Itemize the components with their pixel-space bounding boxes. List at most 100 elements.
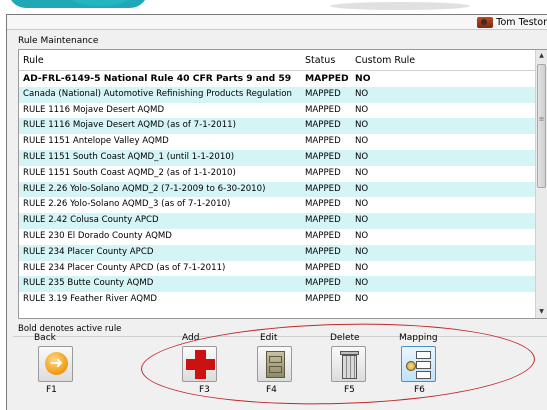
column-header-status[interactable]: Status xyxy=(305,55,335,66)
cell-rule: RULE 1151 South Coast AQMD_1 (until 1-1-… xyxy=(23,151,235,162)
table-row[interactable]: RULE 234 Placer County APCD MAPPED NO xyxy=(19,244,537,261)
table-row[interactable]: RULE 1151 South Coast AQMD_2 (as of 1-1-… xyxy=(19,166,537,182)
cell-custom-rule: NO xyxy=(355,183,369,194)
add-key: F3 xyxy=(199,385,210,395)
cell-status: MAPPED xyxy=(305,104,341,115)
cell-rule: Canada (National) Automotive Refinishing… xyxy=(23,88,292,99)
mapping-icon-cookie xyxy=(406,361,416,371)
table-row[interactable]: RULE 3.19 Feather River AQMD MAPPED NO xyxy=(19,292,537,308)
table-row[interactable]: RULE 1116 Mojave Desert AQMD MAPPED NO xyxy=(19,103,537,119)
cell-custom-rule: NO xyxy=(355,246,369,257)
delete-key: F5 xyxy=(344,385,355,395)
header-shadow xyxy=(330,2,470,10)
cell-status: MAPPED xyxy=(305,136,341,147)
delete-button[interactable] xyxy=(331,346,366,382)
rules-table[interactable]: Rule Status Custom Rule AD-FRL-6149-5 Na… xyxy=(18,49,547,319)
trash-can-body xyxy=(342,355,357,379)
cell-rule: RULE 2.26 Yolo-Solano AQMD_3 (as of 7-1-… xyxy=(23,199,231,210)
column-header-rule[interactable]: Rule xyxy=(23,55,44,66)
cell-custom-rule: NO xyxy=(355,278,369,289)
cell-rule: RULE 230 El Dorado County AQMD xyxy=(23,230,172,241)
table-row[interactable]: RULE 234 Placer County APCD (as of 7-1-2… xyxy=(19,261,537,277)
scroll-down-button[interactable]: ▼ xyxy=(536,306,547,318)
cell-rule: RULE 2.42 Colusa County APCD xyxy=(23,215,159,226)
table-row[interactable]: RULE 235 Butte County AQMD MAPPED NO xyxy=(19,276,537,293)
table-header: Rule Status Custom Rule xyxy=(19,50,537,71)
add-label: Add xyxy=(182,333,200,343)
cell-rule: RULE 1151 Antelope Valley AQMD xyxy=(23,136,169,147)
cell-status: MAPPED xyxy=(305,246,341,257)
cell-rule: RULE 3.19 Feather River AQMD xyxy=(23,294,157,305)
cell-status: MAPPED xyxy=(305,230,341,241)
scroll-up-button[interactable]: ▲ xyxy=(536,50,547,62)
cell-status: MAPPED xyxy=(305,183,341,194)
cell-rule: RULE 2.26 Yolo-Solano AQMD_2 (7-1-2009 t… xyxy=(23,183,266,194)
mapping-button[interactable] xyxy=(401,346,436,382)
cell-rule: AD-FRL-6149-5 National Rule 40 CFR Parts… xyxy=(23,73,292,84)
cell-status: MAPPED xyxy=(305,278,341,289)
cell-custom-rule: NO xyxy=(355,136,369,147)
cell-custom-rule: NO xyxy=(355,199,369,210)
cell-custom-rule: NO xyxy=(355,215,369,226)
table-row[interactable]: RULE 2.42 Colusa County APCD MAPPED NO xyxy=(19,213,537,229)
table-row[interactable]: RULE 1151 South Coast AQMD_1 (until 1-1-… xyxy=(19,149,537,166)
cell-status: MAPPED xyxy=(305,199,341,210)
table-row[interactable]: RULE 2.26 Yolo-Solano AQMD_2 (7-1-2009 t… xyxy=(19,181,537,198)
table-body: AD-FRL-6149-5 National Rule 40 CFR Parts… xyxy=(19,71,537,308)
mapping-icon xyxy=(416,351,431,359)
mapping-key: F6 xyxy=(414,385,425,395)
edit-label: Edit xyxy=(260,333,278,343)
cell-custom-rule: NO xyxy=(355,73,371,84)
cell-rule: RULE 1116 Mojave Desert AQMD xyxy=(23,104,165,115)
rule-maintenance-window: Tom Testor Rule Maintenance Rule Status … xyxy=(6,14,547,410)
cell-status: MAPPED xyxy=(305,151,341,162)
cell-status: MAPPED xyxy=(305,167,341,178)
cell-status: MAPPED xyxy=(305,262,341,273)
cell-status: MAPPED xyxy=(305,88,341,99)
cell-status: MAPPED xyxy=(305,294,341,305)
current-user[interactable]: Tom Testor xyxy=(475,15,547,29)
cell-rule: RULE 234 Placer County APCD xyxy=(23,246,154,257)
cell-rule: RULE 234 Placer County APCD (as of 7-1-2… xyxy=(23,262,226,273)
edit-button[interactable] xyxy=(257,346,292,382)
cell-rule: RULE 235 Butte County AQMD xyxy=(23,278,154,289)
table-row[interactable]: RULE 1151 Antelope Valley AQMD MAPPED NO xyxy=(19,134,537,150)
mapping-icon-row3 xyxy=(416,371,431,379)
back-button[interactable]: ➜ xyxy=(38,346,73,382)
cabinet-drawer-bottom xyxy=(269,366,282,373)
cell-status: MAPPED xyxy=(305,215,341,226)
cell-custom-rule: NO xyxy=(355,167,369,178)
add-button[interactable] xyxy=(182,346,217,382)
cell-status: MAPPED xyxy=(305,73,349,84)
arrow-left-icon: ➜ xyxy=(45,352,68,375)
table-row[interactable]: AD-FRL-6149-5 National Rule 40 CFR Parts… xyxy=(19,71,537,87)
cell-status: MAPPED xyxy=(305,120,341,131)
cell-custom-rule: NO xyxy=(355,262,369,273)
edit-key: F4 xyxy=(266,385,277,395)
table-row[interactable]: RULE 2.26 Yolo-Solano AQMD_3 (as of 7-1-… xyxy=(19,197,537,213)
mapping-icon-row2 xyxy=(416,361,431,369)
cell-custom-rule: NO xyxy=(355,151,369,162)
column-header-custom-rule[interactable]: Custom Rule xyxy=(355,55,415,66)
user-avatar-icon xyxy=(477,16,494,28)
divider xyxy=(13,336,547,337)
vertical-scrollbar[interactable]: ▲ ▼ xyxy=(535,50,547,318)
page-header-band xyxy=(0,0,547,14)
table-row[interactable]: Canada (National) Automotive Refinishing… xyxy=(19,86,537,103)
cell-custom-rule: NO xyxy=(355,230,369,241)
cell-custom-rule: NO xyxy=(355,294,369,305)
cell-custom-rule: NO xyxy=(355,88,369,99)
scroll-thumb[interactable] xyxy=(537,64,546,188)
mapping-label: Mapping xyxy=(399,333,438,343)
red-cross-icon-bar xyxy=(186,359,215,370)
cell-custom-rule: NO xyxy=(355,120,369,131)
cell-rule: RULE 1116 Mojave Desert AQMD (as of 7-1-… xyxy=(23,120,237,131)
cabinet-drawer-top xyxy=(269,356,282,363)
table-row[interactable]: RULE 1116 Mojave Desert AQMD (as of 7-1-… xyxy=(19,118,537,135)
user-name: Tom Testor xyxy=(496,16,547,28)
user-bar: Tom Testor xyxy=(7,15,547,30)
cell-rule: RULE 1151 South Coast AQMD_2 (as of 1-1-… xyxy=(23,167,236,178)
back-label: Back xyxy=(34,333,56,343)
table-row[interactable]: RULE 230 El Dorado County AQMD MAPPED NO xyxy=(19,229,537,245)
delete-label: Delete xyxy=(330,333,360,343)
